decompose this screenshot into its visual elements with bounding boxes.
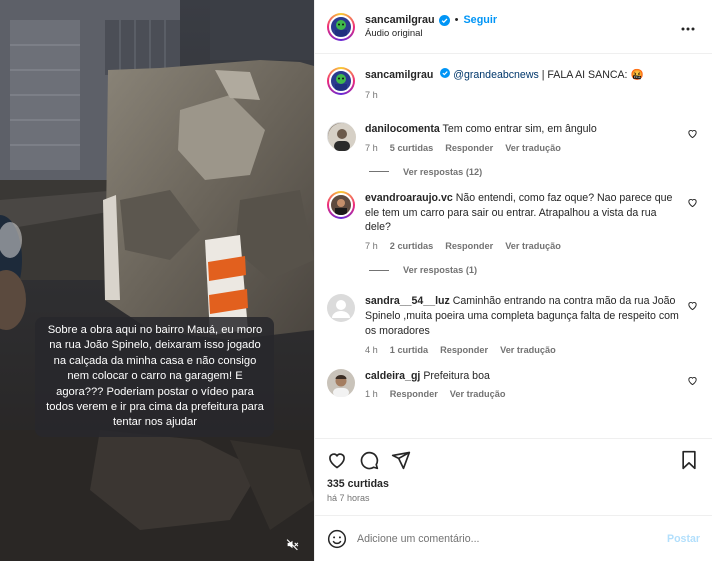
post-actions: 335 curtidas há 7 horas: [315, 438, 712, 515]
comment-username[interactable]: sandra__54__luz: [365, 295, 450, 307]
like-comment-heart-icon[interactable]: [687, 300, 698, 314]
post-header: sancamilgrau • Seguir Áudio original: [315, 0, 712, 54]
caption-mention-link[interactable]: @grandeabcnews: [453, 69, 539, 81]
view-replies-button[interactable]: Ver respostas (1): [369, 265, 698, 275]
comment-likes-count[interactable]: 2 curtidas: [390, 241, 433, 251]
video-player[interactable]: Sobre a obra aqui no bairro Mauá, eu mor…: [0, 0, 314, 561]
comments-list[interactable]: sancamilgrau @grandeabcnews | FALA AI SA…: [315, 54, 712, 438]
commenter-avatar[interactable]: [327, 368, 355, 397]
view-replies-button[interactable]: Ver respostas (12): [369, 167, 698, 177]
post-caption: sancamilgrau @grandeabcnews | FALA AI SA…: [327, 67, 698, 109]
comment-text: Prefeitura boa: [423, 369, 490, 382]
caption-text: | FALA AI SANCA: 🤬: [538, 69, 644, 81]
commenter-avatar[interactable]: [327, 294, 355, 323]
speaker-muted-icon[interactable]: [281, 533, 303, 555]
emoji-smiley-icon[interactable]: [327, 529, 347, 549]
comment-time[interactable]: 7 h: [365, 143, 378, 153]
commenter-avatar[interactable]: [327, 122, 356, 151]
replies-divider: [369, 171, 389, 173]
comment-item: sandra__54__luz Caminhão entrando na con…: [327, 294, 698, 355]
comment-time[interactable]: 1 h: [365, 389, 378, 399]
see-translation-button[interactable]: Ver tradução: [505, 143, 561, 153]
separator-dot: •: [454, 14, 459, 26]
commenter-avatar[interactable]: [327, 190, 355, 219]
comment-bubble-icon[interactable]: [359, 450, 379, 470]
like-comment-heart-icon[interactable]: [687, 375, 698, 389]
video-caption-overlay: Sobre a obra aqui no bairro Mauá, eu mor…: [35, 317, 274, 437]
comment-item: evandroaraujo.vc Não entendi, como faz o…: [327, 190, 698, 251]
view-replies-label[interactable]: Ver respostas (12): [403, 167, 482, 177]
author-avatar[interactable]: [327, 12, 355, 41]
comment-item: danilocomenta Tem como entrar sim, em ân…: [327, 122, 698, 153]
reply-button[interactable]: Responder: [440, 345, 488, 355]
verified-badge-icon: [438, 14, 450, 26]
see-translation-button[interactable]: Ver tradução: [505, 241, 561, 251]
likes-count[interactable]: 335 curtidas: [327, 478, 698, 490]
comment-text: Tem como entrar sim, em ângulo: [442, 123, 597, 135]
reply-button[interactable]: Responder: [445, 241, 493, 251]
see-translation-button[interactable]: Ver tradução: [500, 345, 556, 355]
comment-username[interactable]: caldeira_gj: [365, 370, 420, 382]
video-frame: [0, 0, 314, 561]
author-username[interactable]: sancamilgrau: [365, 14, 435, 26]
comment-item: caldeira_gj Prefeitura boa 1 h Responder…: [327, 368, 698, 399]
audio-label[interactable]: Áudio original: [365, 28, 678, 39]
comment-likes-count[interactable]: 1 curtida: [390, 345, 428, 355]
see-translation-button[interactable]: Ver tradução: [450, 389, 506, 399]
more-horizontal-icon[interactable]: [678, 18, 698, 36]
follow-button[interactable]: Seguir: [463, 14, 497, 26]
like-comment-heart-icon[interactable]: [687, 197, 698, 211]
verified-badge-icon: [440, 68, 451, 78]
reply-button[interactable]: Responder: [445, 143, 493, 153]
share-send-icon[interactable]: [391, 450, 411, 470]
replies-divider: [369, 269, 389, 271]
comment-input[interactable]: [357, 532, 668, 545]
author-avatar[interactable]: [327, 67, 355, 95]
view-replies-label[interactable]: Ver respostas (1): [403, 265, 477, 275]
comment-time[interactable]: 7 h: [365, 241, 378, 251]
bookmark-icon[interactable]: [680, 450, 698, 470]
post-comment-button[interactable]: Postar: [667, 533, 700, 545]
reply-button[interactable]: Responder: [390, 389, 438, 399]
comment-username[interactable]: evandroaraujo.vc: [365, 192, 453, 204]
caption-time[interactable]: 7 h: [365, 90, 378, 100]
caption-username[interactable]: sancamilgrau: [365, 69, 433, 81]
comment-username[interactable]: danilocomenta: [365, 123, 440, 135]
comment-likes-count[interactable]: 5 curtidas: [390, 143, 433, 153]
post-sidebar: sancamilgrau • Seguir Áudio original san…: [314, 0, 712, 561]
comment-time[interactable]: 4 h: [365, 345, 378, 355]
like-heart-icon[interactable]: [327, 450, 347, 470]
post-time[interactable]: há 7 horas: [327, 493, 698, 515]
like-comment-heart-icon[interactable]: [687, 128, 698, 142]
add-comment-bar: Postar: [315, 515, 712, 561]
